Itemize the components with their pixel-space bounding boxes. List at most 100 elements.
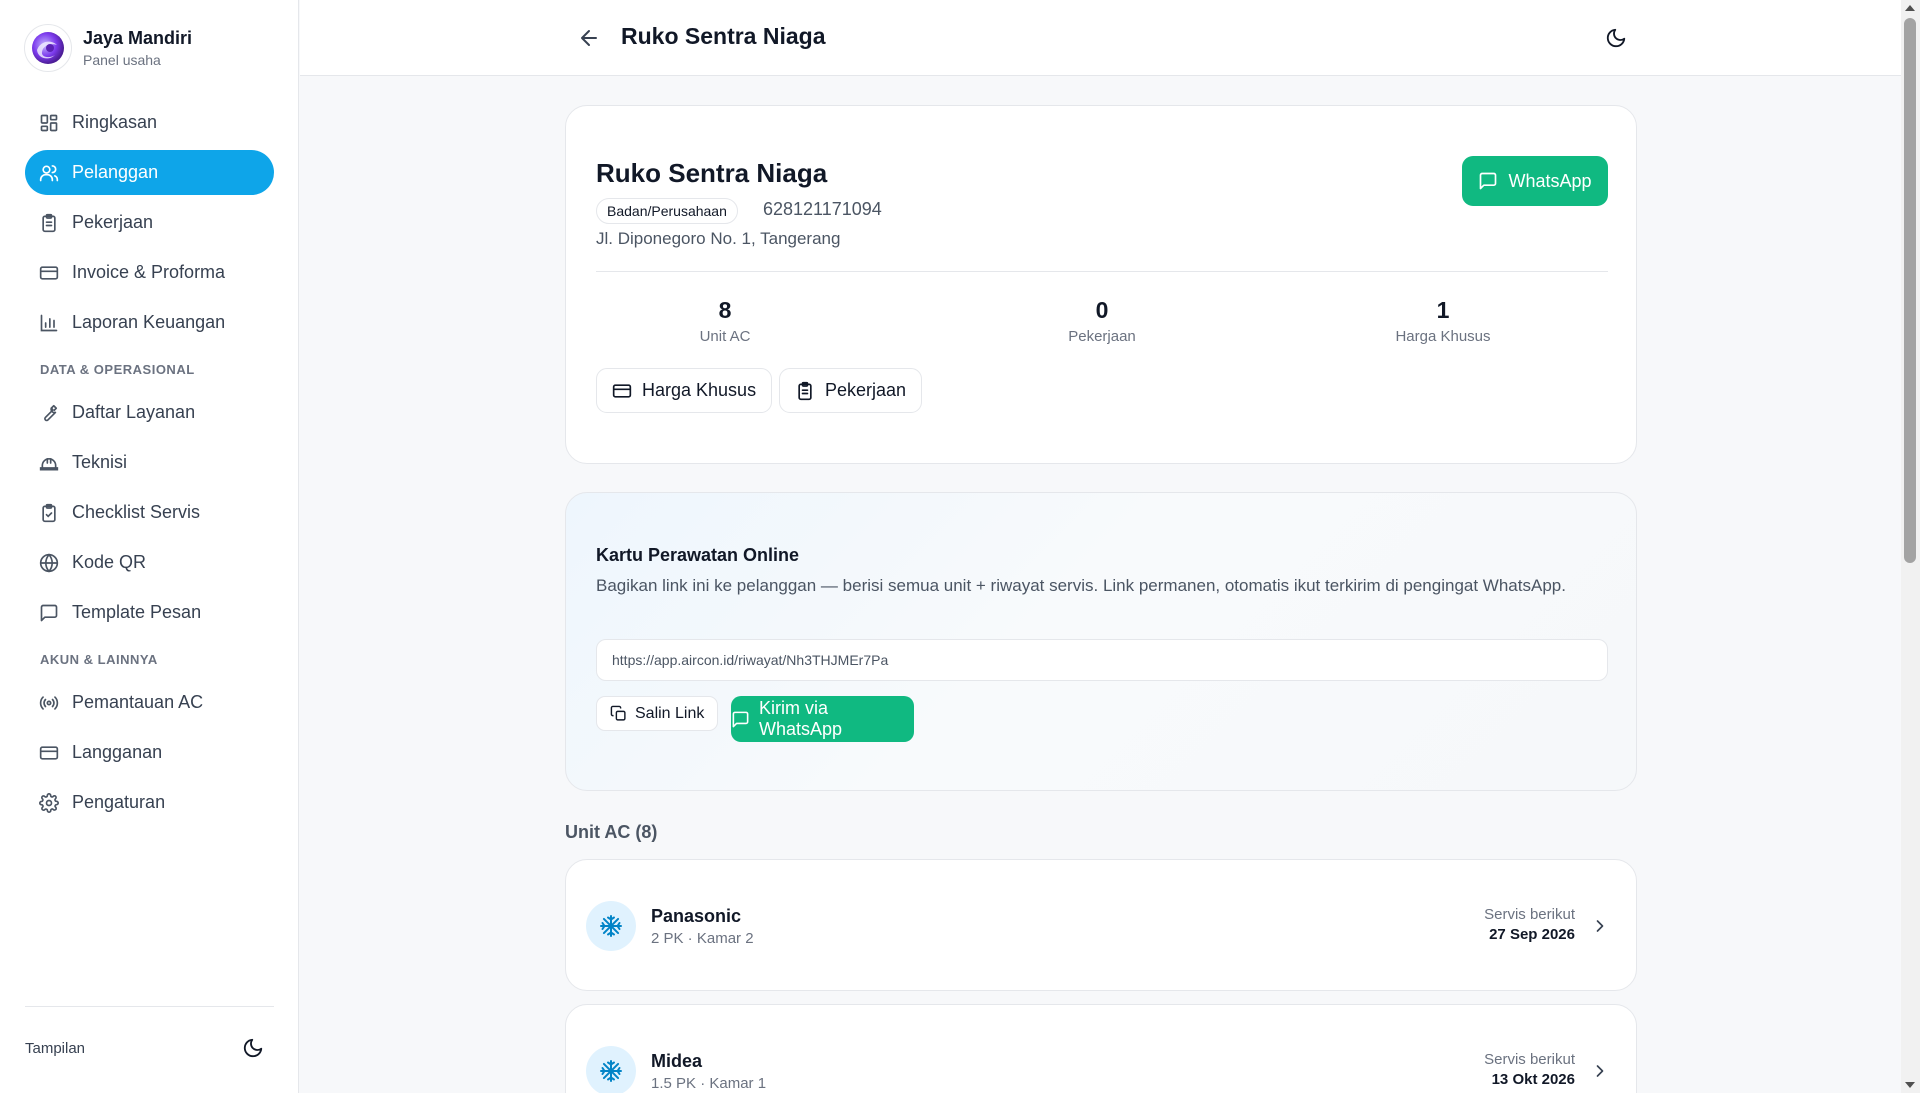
next-service-label: Servis berikut	[1484, 906, 1575, 923]
next-service-label: Servis berikut	[1484, 1051, 1575, 1068]
care-card-description: Bagikan link ini ke pelanggan — berisi s…	[596, 576, 1566, 595]
sidebar-item-label: Pemantauan AC	[72, 692, 204, 712]
unit-card[interactable]: Panasonic 2 PK · Kamar 2 Servis berikut …	[565, 859, 1637, 991]
send-whatsapp-button[interactable]: Kirim via WhatsApp	[731, 696, 914, 742]
stat-value: 1	[1436, 297, 1450, 323]
sidebar-item-pelanggan[interactable]: Pelanggan	[25, 150, 274, 195]
customer-type-badge: Badan/Perusahaan	[596, 198, 738, 224]
sidebar-nav: Ringkasan Pelanggan Pekerjaan Invoice & …	[25, 100, 274, 830]
sidebar-footer: Tampilan	[25, 1006, 274, 1093]
sidebar-item-label: Laporan Keuangan	[72, 312, 226, 332]
units-heading: Unit AC (8)	[565, 822, 658, 842]
sidebar-item-invoice[interactable]: Invoice & Proforma	[25, 250, 274, 295]
sidebar-item-teknisi[interactable]: Teknisi	[25, 440, 274, 485]
scroll-down-icon[interactable]	[1905, 1082, 1915, 1088]
send-whatsapp-label: Kirim via WhatsApp	[759, 698, 843, 739]
sidebar-item-ringkasan[interactable]: Ringkasan	[25, 100, 274, 145]
chevron-right-icon	[1590, 1061, 1610, 1081]
credit-card-icon	[39, 743, 59, 763]
sidebar-item-label: Pekerjaan	[72, 212, 154, 232]
users-icon	[39, 163, 59, 183]
sidebar-item-pemantauan-ac[interactable]: Pemantauan AC	[25, 680, 274, 725]
stat-value: 8	[718, 297, 732, 323]
sidebar-item-label: Teknisi	[72, 452, 128, 472]
whatsapp-button-label: WhatsApp	[1508, 170, 1592, 191]
sidebar-item-label: Daftar Layanan	[72, 402, 196, 422]
sidebar-item-label: Pelanggan	[72, 162, 159, 182]
nav-section-data: DATA & OPERASIONAL	[40, 362, 195, 377]
brand-subtitle: Panel usaha	[83, 52, 161, 68]
message-square-icon	[39, 603, 59, 623]
stat-pekerjaan: 0 Pekerjaan	[1002, 296, 1202, 345]
clipboard-icon	[795, 381, 815, 401]
chevron-right-icon	[1590, 916, 1610, 936]
moon-icon[interactable]	[242, 1037, 264, 1059]
scroll-up-icon[interactable]	[1905, 5, 1915, 11]
scroll-thumb[interactable]	[1904, 18, 1916, 563]
unit-brand: Panasonic	[651, 906, 742, 926]
special-price-label: Harga Khusus	[642, 380, 757, 400]
sidebar-item-label: Template Pesan	[72, 602, 202, 622]
jobs-label: Pekerjaan	[825, 380, 907, 400]
customer-phone: 628121171094	[763, 199, 882, 219]
customer-address: Jl. Diponegoro No. 1, Tangerang	[596, 229, 841, 248]
whatsapp-button[interactable]: WhatsApp	[1462, 156, 1608, 206]
snowflake-icon	[586, 1046, 636, 1093]
unit-detail: 2 PK · Kamar 2	[651, 930, 754, 947]
customer-name: Ruko Sentra Niaga	[596, 158, 828, 188]
theme-label: Tampilan	[25, 1040, 86, 1057]
message-square-icon	[731, 710, 750, 729]
message-square-icon	[1478, 171, 1498, 191]
wrench-icon	[39, 403, 59, 423]
jobs-button[interactable]: Pekerjaan	[779, 368, 923, 413]
copy-icon	[610, 705, 627, 722]
brand-logo	[24, 24, 72, 72]
page-title: Ruko Sentra Niaga	[621, 23, 826, 49]
clipboard-icon	[39, 213, 59, 233]
scrollbar[interactable]	[1901, 0, 1920, 1093]
sidebar-item-template-pesan[interactable]: Template Pesan	[25, 590, 274, 635]
stat-label: Unit AC	[699, 328, 751, 345]
sidebar-item-pengaturan[interactable]: Pengaturan	[25, 780, 274, 825]
stat-value: 0	[1095, 297, 1109, 323]
sidebar-item-checklist[interactable]: Checklist Servis	[25, 490, 274, 535]
snowflake-icon	[586, 901, 636, 951]
hard-hat-icon	[39, 453, 59, 473]
brand[interactable]: Jaya Mandiri Panel usaha	[24, 24, 192, 72]
stat-unit-ac: 8 Unit AC	[625, 296, 825, 345]
sidebar-item-label: Langganan	[72, 742, 163, 762]
sidebar: Jaya Mandiri Panel usaha Ringkasan Pelan…	[0, 0, 299, 1093]
nav-section-account: AKUN & LAINNYA	[40, 652, 158, 667]
unit-detail: 1.5 PK · Kamar 1	[651, 1075, 767, 1092]
unit-brand: Midea	[651, 1051, 703, 1071]
special-price-button[interactable]: Harga Khusus	[596, 368, 773, 413]
stat-harga-khusus: 1 Harga Khusus	[1343, 296, 1543, 345]
care-card-title: Kartu Perawatan Online	[596, 545, 800, 565]
care-link-input[interactable]	[596, 639, 1608, 681]
sidebar-item-label: Checklist Servis	[72, 502, 201, 522]
credit-card-icon	[39, 263, 59, 283]
globe-icon	[39, 552, 59, 573]
arrow-left-icon[interactable]	[577, 26, 601, 50]
radio-icon	[39, 693, 59, 713]
moon-icon[interactable]	[1605, 27, 1627, 49]
clipboard-check-icon	[39, 503, 59, 523]
dashboard-icon	[39, 113, 59, 133]
sidebar-item-label: Ringkasan	[72, 112, 158, 132]
sidebar-item-label: Pengaturan	[72, 792, 166, 812]
sidebar-item-pekerjaan[interactable]: Pekerjaan	[25, 200, 274, 245]
stat-label: Harga Khusus	[1395, 328, 1491, 345]
sidebar-item-kode-qr[interactable]: Kode QR	[25, 540, 274, 585]
bar-chart-icon	[39, 313, 59, 333]
sidebar-item-daftar-layanan[interactable]: Daftar Layanan	[25, 390, 274, 435]
sidebar-item-laporan[interactable]: Laporan Keuangan	[25, 300, 274, 345]
unit-card[interactable]: Midea 1.5 PK · Kamar 1 Servis berikut 13…	[565, 1004, 1637, 1093]
sidebar-item-label: Kode QR	[72, 552, 147, 572]
stat-label: Pekerjaan	[1068, 328, 1136, 345]
credit-card-icon	[612, 381, 632, 401]
sidebar-item-langganan[interactable]: Langganan	[25, 730, 274, 775]
sidebar-item-label: Invoice & Proforma	[72, 262, 226, 282]
next-service-date: 13 Okt 2026	[1491, 1071, 1575, 1088]
copy-link-button[interactable]: Salin Link	[596, 696, 719, 731]
care-card-section: Kartu Perawatan Online Bagikan link ini …	[565, 492, 1637, 791]
